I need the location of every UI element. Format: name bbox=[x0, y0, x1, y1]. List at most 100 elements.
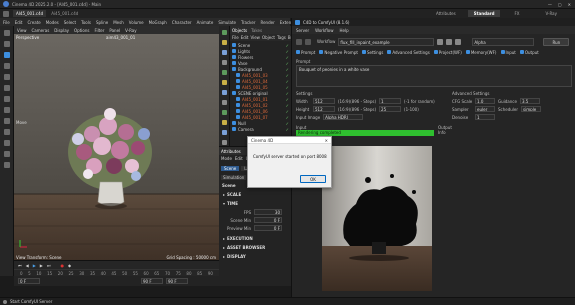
tag-tool-icon[interactable] bbox=[221, 60, 227, 65]
menu-mesh[interactable]: Mesh bbox=[113, 20, 124, 25]
checkbox-projectwf[interactable]: Project(WF) bbox=[433, 50, 462, 55]
render-settings-icon[interactable] bbox=[221, 90, 227, 95]
attribute-field[interactable]: 30 bbox=[254, 209, 282, 215]
sampler-select[interactable]: euler bbox=[475, 106, 495, 112]
checkbox-prompt[interactable]: Prompt bbox=[296, 50, 315, 55]
picture-viewer-icon[interactable] bbox=[221, 80, 227, 85]
visibility-check-icon[interactable]: ✓ bbox=[286, 73, 289, 78]
material-tool-icon[interactable] bbox=[221, 50, 227, 55]
menu-volume[interactable]: Volume bbox=[129, 20, 144, 25]
chevron-right-icon[interactable]: ▸ bbox=[223, 245, 225, 250]
rotate-icon[interactable] bbox=[3, 52, 10, 58]
spline-icon[interactable] bbox=[3, 85, 10, 91]
deformer-icon[interactable] bbox=[221, 100, 227, 105]
visibility-check-icon[interactable]: ✓ bbox=[286, 85, 289, 90]
visibility-check-icon[interactable]: ✓ bbox=[286, 79, 289, 84]
prompt-textarea[interactable]: Bouquet of peonies in a white vase bbox=[296, 65, 572, 87]
checkbox-settings[interactable]: Settings bbox=[361, 50, 383, 55]
generator-icon[interactable] bbox=[221, 110, 227, 115]
visibility-check-icon[interactable]: ✓ bbox=[286, 49, 289, 54]
move-icon[interactable] bbox=[3, 41, 10, 47]
dialog-ok-button[interactable]: OK bbox=[300, 175, 326, 183]
height-field[interactable]: 512 bbox=[313, 106, 335, 112]
render-tool-icon[interactable] bbox=[221, 70, 227, 75]
viewport-menu-view[interactable]: View bbox=[17, 28, 27, 33]
next-frame-icon[interactable]: ▶ bbox=[40, 263, 43, 268]
light-tool-icon[interactable] bbox=[221, 40, 227, 45]
viewport-menu-panel[interactable]: Panel bbox=[109, 28, 120, 33]
run-button[interactable]: Run bbox=[543, 37, 570, 46]
menu-render[interactable]: Render bbox=[260, 20, 274, 25]
menu-edit[interactable]: Edit bbox=[15, 20, 23, 25]
start-frame-field[interactable]: 0 F bbox=[18, 278, 40, 284]
tab-objects[interactable]: Objects bbox=[232, 28, 247, 33]
camera-tool-icon[interactable] bbox=[221, 30, 227, 35]
object-menu-tags[interactable]: Tags bbox=[277, 35, 286, 40]
checkbox-negativeprompt[interactable]: Negative Prompt bbox=[319, 50, 358, 55]
checkbox-advancedsettings[interactable]: Advanced Settings bbox=[387, 50, 430, 55]
checkbox-output[interactable]: Output bbox=[519, 50, 539, 55]
knife-icon[interactable] bbox=[3, 140, 10, 146]
input-image-select[interactable]: Alpha HDRI bbox=[323, 114, 364, 120]
steps-field[interactable]: 25 bbox=[379, 106, 402, 112]
save-icon[interactable] bbox=[437, 38, 444, 45]
menu-simulate[interactable]: Simulate bbox=[218, 20, 236, 25]
pen-icon[interactable] bbox=[3, 96, 10, 102]
power-icon[interactable] bbox=[296, 38, 302, 45]
visibility-check-icon[interactable]: ✓ bbox=[286, 67, 289, 72]
menu-character[interactable]: Character bbox=[172, 20, 192, 25]
dialog-close-icon[interactable]: ✕ bbox=[325, 138, 328, 143]
object-menu-file[interactable]: File bbox=[232, 35, 239, 40]
checkbox-memorywf[interactable]: Memory(WF) bbox=[465, 50, 497, 55]
denoise-field[interactable]: 1 bbox=[475, 114, 495, 120]
goto-end-icon[interactable]: ⏭ bbox=[47, 263, 51, 268]
doc-tab-active[interactable]: AI45_001.c4d bbox=[13, 10, 47, 17]
visibility-check-icon[interactable]: ✓ bbox=[286, 127, 289, 132]
folder-icon[interactable] bbox=[446, 38, 453, 45]
comfy-menu-server[interactable]: Server bbox=[296, 28, 309, 33]
magnet-icon[interactable] bbox=[3, 107, 10, 113]
checkbox-icon[interactable] bbox=[387, 50, 392, 54]
section-asset-browser[interactable]: ASSET BROWSER bbox=[227, 245, 265, 250]
select-icon[interactable] bbox=[3, 30, 10, 36]
object-menu-edit[interactable]: Edit bbox=[241, 35, 249, 40]
checkbox-icon[interactable] bbox=[519, 50, 524, 54]
max-frame-field[interactable]: 90 F bbox=[166, 278, 188, 284]
menu-select[interactable]: Select bbox=[64, 20, 76, 25]
menu-tools[interactable]: Tools bbox=[81, 20, 91, 25]
key-icon[interactable]: ◆ bbox=[68, 263, 71, 268]
checkbox-icon[interactable] bbox=[500, 50, 505, 54]
attribute-field[interactable]: 0 F bbox=[254, 217, 282, 223]
scale-icon[interactable] bbox=[3, 63, 10, 69]
seed-field[interactable]: 1 bbox=[379, 98, 402, 104]
menu-create[interactable]: Create bbox=[27, 20, 40, 25]
comfy-menu-help[interactable]: Help bbox=[340, 28, 349, 33]
timeline-ruler[interactable]: 0 5 10 15 20 25 30 35 40 45 50 55 60 65 70 75 80 85 90 bbox=[14, 269, 219, 276]
close-icon[interactable]: ✕ bbox=[568, 2, 571, 7]
record-icon[interactable]: ● bbox=[60, 263, 64, 268]
tab-takes[interactable]: Takes bbox=[251, 28, 262, 33]
chevron-down-icon[interactable]: ▾ bbox=[223, 201, 225, 206]
section-display[interactable]: DISPLAY bbox=[227, 254, 246, 259]
scheduler-select[interactable]: simple bbox=[521, 106, 542, 112]
checkbox-icon[interactable] bbox=[465, 50, 470, 54]
menu-spline[interactable]: Spline bbox=[96, 20, 108, 25]
visibility-check-icon[interactable]: ✓ bbox=[286, 61, 289, 66]
visibility-check-icon[interactable]: ✓ bbox=[286, 91, 289, 96]
layout-tab-fx[interactable]: FX bbox=[500, 10, 533, 17]
viewport-menu-cameras[interactable]: Cameras bbox=[32, 28, 50, 33]
chevron-right-icon[interactable]: ▸ bbox=[223, 254, 225, 259]
checkbox-icon[interactable] bbox=[319, 50, 324, 54]
visibility-check-icon[interactable]: ✓ bbox=[286, 55, 289, 60]
dynamics-icon[interactable] bbox=[221, 140, 227, 145]
menu-file[interactable]: File bbox=[3, 20, 10, 25]
effector-icon[interactable] bbox=[221, 130, 227, 135]
goto-start-icon[interactable]: ⏮ bbox=[18, 263, 22, 268]
object-menu-view[interactable]: View bbox=[250, 35, 260, 40]
visibility-check-icon[interactable]: ✓ bbox=[286, 103, 289, 108]
checkbox-icon[interactable] bbox=[433, 50, 438, 54]
guidance-field[interactable]: 3.5 bbox=[519, 98, 540, 104]
paint-icon[interactable] bbox=[3, 129, 10, 135]
attr-tab-simulation[interactable]: Simulation bbox=[221, 174, 247, 180]
cfg-field[interactable]: 1.0 bbox=[475, 98, 495, 104]
